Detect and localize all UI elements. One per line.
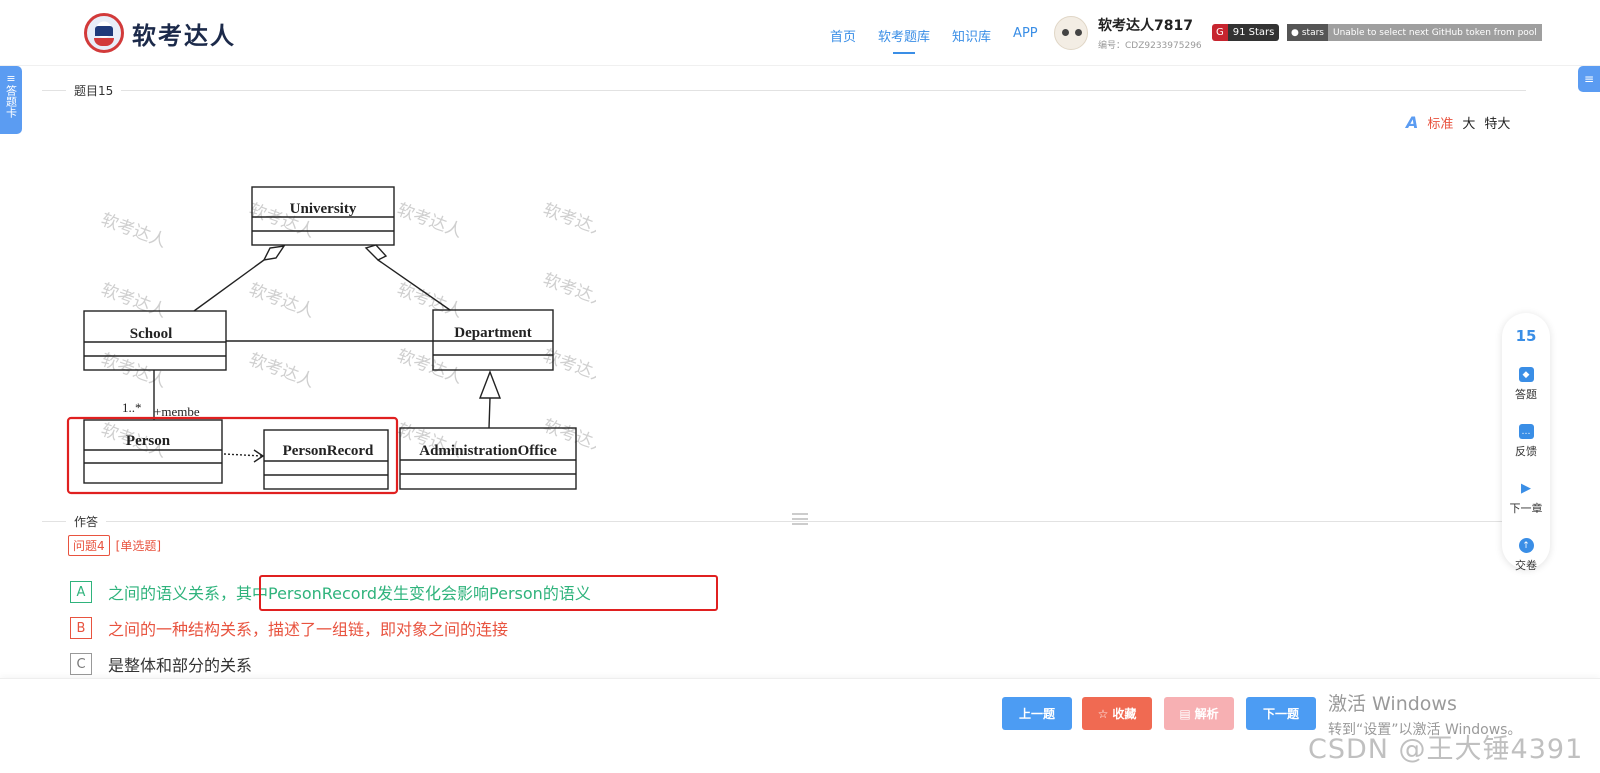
class-personrecord-box — [263, 429, 389, 490]
nav-home[interactable]: 首页 — [830, 26, 856, 45]
document-icon: ▤ — [1179, 706, 1191, 721]
answer-card-label: 答题卡 — [4, 85, 18, 118]
option-key: B — [70, 617, 92, 639]
question-meta: 问题4 [单选题] — [68, 535, 161, 556]
option-text: 是整体和部分的关系 — [108, 656, 253, 675]
answer-sheet-button[interactable]: ◆ 答题 — [1515, 367, 1537, 402]
svg-text:软考达人: 软考达人 — [540, 200, 596, 242]
section-divider — [42, 521, 1526, 522]
answer-section-title: 作答 — [66, 513, 107, 530]
option-key: C — [70, 653, 92, 675]
main-nav: 首页 软考题库 知识库 APP — [830, 26, 1038, 54]
stars-count: 91 Stars — [1227, 24, 1280, 41]
resize-handle[interactable] — [792, 513, 808, 527]
class-department-name: Department — [454, 325, 531, 341]
svg-text:软考达人: 软考达人 — [98, 280, 169, 322]
submit-button[interactable]: ↑ 交卷 — [1515, 538, 1537, 573]
class-school-name: School — [130, 326, 173, 342]
svg-text:软考达人: 软考达人 — [540, 270, 596, 312]
user-name: 软考达人7817 — [1098, 18, 1193, 34]
class-university-name: University — [290, 201, 357, 217]
star-icon: ☆ — [1097, 706, 1109, 721]
site-logo[interactable]: 软考达人 — [84, 13, 236, 53]
section-divider — [42, 90, 1526, 91]
upload-icon: ↑ — [1518, 538, 1534, 553]
svg-text:软考达人: 软考达人 — [394, 346, 465, 388]
g-icon: G — [1212, 24, 1228, 41]
nav-knowledge[interactable]: 知识库 — [952, 26, 991, 45]
class-person-name: Person — [126, 433, 171, 449]
svg-text:软考达人: 软考达人 — [394, 200, 465, 242]
nav-app[interactable]: APP — [1013, 26, 1038, 45]
svg-text:软考达人: 软考达人 — [246, 280, 317, 322]
font-xlarge[interactable]: 特大 — [1484, 113, 1510, 132]
svg-text:软考达人: 软考达人 — [246, 350, 317, 392]
svg-text:软考达人: 软考达人 — [394, 280, 465, 322]
github-icon: ● — [1291, 27, 1299, 38]
menu-icon: ≡ — [6, 72, 16, 85]
question-counter: 15 — [1515, 327, 1537, 345]
nav-question-bank[interactable]: 软考题库 — [878, 26, 930, 54]
top-header: 软考达人 首页 软考题库 知识库 APP 软考达人7817 编号：CDZ9233… — [0, 0, 1600, 66]
answer-card-tab[interactable]: ≡ 答题卡 — [0, 66, 22, 134]
github-message: Unable to select next GitHub token from … — [1327, 24, 1542, 41]
prev-question-button[interactable]: 上一题 — [1002, 697, 1072, 730]
right-menu-tab[interactable]: ≡ — [1578, 66, 1600, 92]
svg-text:软考达人: 软考达人 — [98, 210, 169, 252]
option-key: A — [70, 581, 92, 603]
analysis-button[interactable]: ▤ 解析 — [1164, 697, 1234, 730]
highlight-box — [259, 575, 718, 611]
multiplicity-label: 1..* — [122, 400, 142, 415]
favorite-button[interactable]: ☆ 收藏 — [1082, 697, 1152, 730]
option-b[interactable]: B 之间的一种结构关系，描述了一组链，即对象之间的连接 — [70, 616, 508, 640]
menu-icon: ≡ — [1583, 72, 1595, 86]
github-label: stars — [1301, 27, 1324, 38]
question-type: [单选题] — [115, 539, 162, 553]
font-size-switch: A 标准 大 特大 — [1406, 113, 1510, 132]
font-large[interactable]: 大 — [1462, 113, 1475, 132]
csdn-watermark: CSDN @王大锤4391 — [1308, 734, 1584, 765]
next-chapter-button[interactable]: ▶ 下一章 — [1510, 481, 1543, 516]
logo-icon — [84, 13, 124, 53]
avatar[interactable] — [1054, 16, 1088, 50]
uml-class-diagram: 软考达人 软考达人 软考达人 软考达人 软考达人 软考达人 软考达人 软考达人 … — [66, 186, 596, 495]
shield-icon: ◆ — [1518, 367, 1534, 382]
next-question-button[interactable]: 下一题 — [1246, 697, 1316, 730]
font-size-icon: A — [1406, 113, 1419, 132]
class-administrationoffice-name: AdministrationOffice — [419, 443, 557, 459]
svg-text:软考达人: 软考达人 — [540, 346, 596, 388]
github-badge[interactable]: ● stars Unable to select next GitHub toke… — [1287, 24, 1542, 41]
option-text: 之间的一种结构关系，描述了一组链，即对象之间的连接 — [108, 620, 509, 639]
floating-tool-panel: 15 ◆ 答题 … 反馈 ▶ 下一章 ↑ 交卷 — [1502, 313, 1550, 572]
skip-next-icon: ▶ — [1521, 481, 1531, 496]
user-id: 编号：CDZ9233975296 — [1098, 41, 1202, 51]
chat-icon: … — [1518, 424, 1534, 439]
stars-badge[interactable]: G 91 Stars — [1212, 24, 1280, 41]
feedback-button[interactable]: … 反馈 — [1515, 424, 1537, 459]
logo-text: 软考达人 — [132, 21, 236, 50]
option-c[interactable]: C 是整体和部分的关系 — [70, 652, 252, 676]
question-title: 题目15 — [66, 82, 122, 99]
role-label: +membe — [154, 404, 200, 419]
class-personrecord-name: PersonRecord — [283, 443, 374, 459]
user-profile[interactable]: 软考达人7817 编号：CDZ9233975296 — [1054, 15, 1202, 51]
question-number: 问题4 — [68, 535, 110, 556]
font-standard[interactable]: 标准 — [1427, 113, 1453, 132]
